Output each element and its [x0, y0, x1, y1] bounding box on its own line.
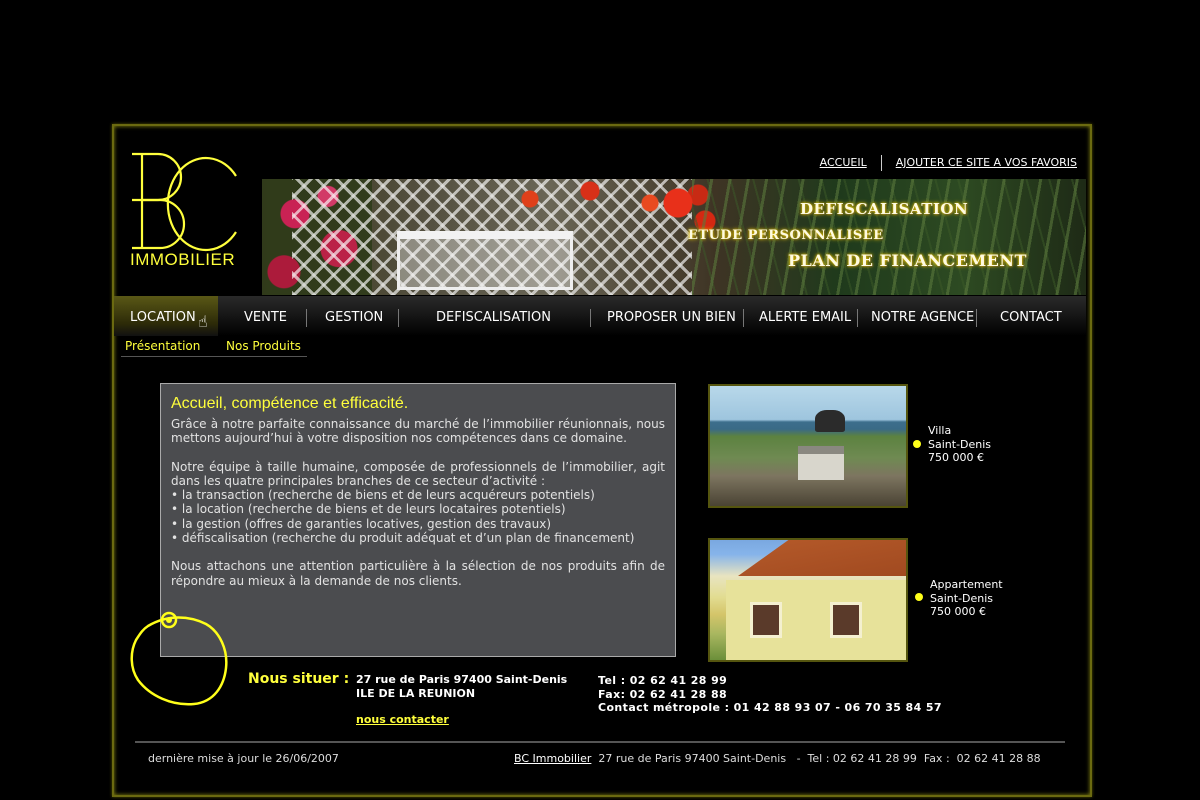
nav-item-gestion[interactable]: GESTION [325, 310, 383, 325]
product-bullet-icon [913, 440, 921, 448]
footer-details: 27 rue de Paris 97400 Saint-Denis - Tel … [591, 752, 1041, 765]
activity-bullet: • la location (recherche de biens et de … [171, 502, 566, 517]
address-line: 27 rue de Paris 97400 Saint-Denis [356, 673, 568, 686]
activity-bullet: • la transaction (recherche de biens et … [171, 488, 595, 503]
intro-title: Accueil, compétence et efficacité. [171, 395, 409, 412]
subnav-item-presentation[interactable]: Présentation [125, 339, 200, 353]
photo-window [750, 602, 782, 638]
address-line: ILE DE LA REUNION [356, 686, 476, 700]
product-bullet-icon [915, 593, 923, 601]
tel-number: Tel : 02 62 41 28 99 [598, 674, 728, 687]
nav-divider [590, 309, 591, 327]
contact-us-link[interactable]: nous contacter [356, 713, 449, 726]
product-type: Villa [928, 424, 952, 437]
nav-item-vente[interactable]: VENTE [244, 310, 287, 325]
home-link[interactable]: ACCUEIL [820, 156, 867, 169]
photo-window [830, 602, 862, 638]
photo-house [798, 446, 844, 480]
last-updated: dernière mise à jour le 26/06/2007 [148, 752, 339, 765]
intro-paragraph: Nous attachons une attention particulièr… [171, 559, 665, 588]
add-favorites-link[interactable]: AJOUTER CE SITE A VOS FAVORIS [896, 156, 1077, 169]
logo-subtitle: IMMOBILIER [130, 250, 236, 269]
product-photo-villa[interactable] [708, 384, 908, 508]
nav-item-contact[interactable]: CONTACT [1000, 310, 1062, 325]
nav-divider [857, 309, 858, 327]
pointer-hand-icon: ☝ [198, 312, 208, 331]
intro-text: Grâce à notre parfaite connaissance du m… [171, 417, 665, 602]
product-photo-appartement[interactable] [708, 538, 908, 662]
product-price: 750 000 € [928, 451, 984, 464]
banner-line-financement: PLAN DE FINANCEMENT [788, 251, 1027, 270]
footer-divider [135, 741, 1065, 743]
product-info-appartement[interactable]: Appartement Saint-Denis 750 000 € [930, 578, 1003, 619]
nav-divider [306, 309, 307, 327]
metropole-contact: Contact métropole : 01 42 88 93 07 - 06 … [598, 701, 942, 714]
banner-bench [397, 231, 573, 290]
nav-divider [976, 309, 977, 327]
nav-item-defiscalisation[interactable]: DEFISCALISATION [436, 310, 551, 325]
phone-block: Tel : 02 62 41 28 99 Fax: 02 62 41 28 88… [598, 674, 942, 715]
main-nav: LOCATION VENTE GESTION DEFISCALISATION P… [114, 296, 1086, 336]
footer-company-link[interactable]: BC Immobilier [514, 752, 591, 765]
footer-contact: BC Immobilier 27 rue de Paris 97400 Sain… [514, 752, 1041, 765]
photo-roof [738, 540, 906, 576]
intro-panel: Accueil, compétence et efficacité. Grâce… [160, 383, 676, 657]
reunion-island-map-icon[interactable] [128, 610, 232, 708]
nav-item-location[interactable]: LOCATION [130, 310, 196, 325]
address-block: 27 rue de Paris 97400 Saint-Denis ILE DE… [356, 673, 567, 700]
banner-line-defiscalisation: DEFISCALISATION [800, 200, 969, 218]
product-info-villa[interactable]: Villa Saint-Denis 750 000 € [928, 424, 991, 465]
subnav-item-nos-produits[interactable]: Nos Produits [226, 339, 301, 353]
product-city: Saint-Denis [928, 437, 992, 451]
activity-bullet: • la gestion (offres de garanties locati… [171, 516, 552, 531]
header-banner [262, 179, 1086, 295]
activity-bullet: • défiscalisation (recherche du produit … [171, 531, 635, 546]
nav-divider [743, 309, 744, 327]
intro-paragraph: Grâce à notre parfaite connaissance du m… [171, 417, 665, 446]
nav-item-notre-agence[interactable]: NOTRE AGENCE [871, 310, 974, 325]
fax-number: Fax: 02 62 41 28 88 [598, 687, 728, 701]
top-links-separator [880, 155, 882, 171]
product-price: 750 000 € [930, 605, 986, 618]
product-city: Saint-Denis [930, 591, 994, 605]
intro-paragraph: Notre équipe à taille humaine, composée … [171, 459, 665, 488]
photo-rock [815, 410, 845, 432]
nav-item-proposer-un-bien[interactable]: PROPOSER UN BIEN [607, 310, 736, 325]
sub-nav: Présentation Nos Produits [121, 338, 307, 357]
nav-divider [398, 309, 399, 327]
location-label: Nous situer : [248, 671, 350, 687]
nav-item-alerte-email[interactable]: ALERTE EMAIL [759, 310, 851, 325]
top-links: ACCUEIL AJOUTER CE SITE A VOS FAVORIS [820, 155, 1077, 171]
product-type: Appartement [930, 578, 1003, 591]
banner-line-etude: ETUDE PERSONNALISEE [688, 228, 884, 243]
